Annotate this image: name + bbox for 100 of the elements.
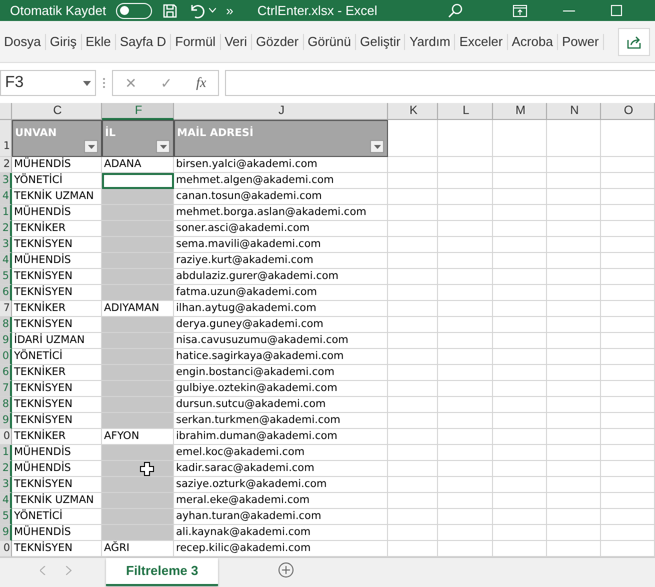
row-number[interactable]: 6 — [0, 285, 12, 301]
empty-cell — [493, 413, 547, 429]
drag-handle-icon[interactable] — [102, 77, 106, 89]
row-number[interactable]: 1 — [0, 445, 12, 461]
row-number[interactable]: 2 — [0, 221, 12, 237]
caret-icon[interactable] — [209, 8, 216, 13]
autosave-toggle[interactable] — [116, 2, 152, 18]
column-header[interactable]: L — [438, 103, 493, 120]
maximize-icon[interactable] — [611, 5, 622, 16]
window-title: CtrlEnter.xlsx - Excel — [257, 2, 378, 20]
empty-cell — [493, 189, 547, 205]
empty-cell — [547, 461, 601, 477]
ribbon-tab[interactable]: Gözder — [252, 34, 304, 50]
empty-cell — [388, 269, 438, 285]
row-number[interactable]: 0 — [0, 541, 12, 557]
row-number[interactable]: 5 — [0, 509, 12, 525]
empty-cell — [547, 205, 601, 221]
row-number[interactable]: 9 — [0, 525, 12, 541]
filter-dropdown[interactable] — [370, 140, 384, 153]
filter-dropdown[interactable] — [156, 140, 170, 153]
row-number[interactable]: 7 — [0, 381, 12, 397]
insert-function-button[interactable]: fx — [196, 72, 206, 94]
row-number[interactable]: 3 — [0, 173, 12, 189]
table-cell: abdulaziz.gurer@akademi.com — [174, 269, 388, 285]
search-icon[interactable] — [447, 2, 464, 18]
ribbon-tab[interactable]: Geliştir — [356, 34, 406, 50]
row-number[interactable]: 8 — [0, 317, 12, 333]
ribbon-tab[interactable]: Formül — [171, 34, 221, 50]
empty-cell — [388, 365, 438, 381]
ribbon-tab[interactable]: Yardım — [405, 34, 456, 50]
row-number[interactable]: 0 — [0, 429, 12, 445]
empty-cell — [388, 317, 438, 333]
row-number[interactable]: 7 — [0, 301, 12, 317]
empty-cell — [601, 237, 655, 253]
empty-cell — [601, 349, 655, 365]
column-header[interactable]: K — [388, 103, 438, 120]
row-number[interactable]: 2 — [0, 157, 12, 173]
ribbon-tab[interactable]: Exceler — [455, 34, 508, 50]
row-number[interactable]: 1 — [0, 120, 12, 157]
empty-cell — [388, 285, 438, 301]
ribbon-tab[interactable]: Sayfa D — [116, 34, 172, 50]
add-sheet-icon[interactable] — [278, 562, 294, 578]
filter-dropdown[interactable] — [84, 140, 98, 153]
empty-cell — [601, 397, 655, 413]
table-cell: birsen.yalci@akademi.com — [174, 157, 388, 173]
row-number[interactable]: 4 — [0, 253, 12, 269]
empty-cell — [493, 221, 547, 237]
empty-cell — [388, 397, 438, 413]
row-number[interactable]: 9 — [0, 333, 12, 349]
overflow-button[interactable]: » — [226, 0, 234, 20]
column-header[interactable]: M — [493, 103, 547, 120]
table-cell: gulbiye.oztekin@akademi.com — [174, 381, 388, 397]
ribbon-tab[interactable]: Veri — [220, 34, 252, 50]
ribbon-tab[interactable]: Görünü — [304, 34, 356, 50]
empty-cell — [601, 221, 655, 237]
row-number[interactable]: 3 — [0, 477, 12, 493]
empty-cell — [493, 509, 547, 525]
share-button[interactable] — [618, 28, 650, 56]
autosave-label: Otomatik Kaydet — [10, 2, 106, 20]
row-number[interactable]: 1 — [0, 205, 12, 221]
row-number[interactable]: 4 — [0, 493, 12, 509]
empty-cell — [388, 333, 438, 349]
sheet-tab[interactable]: Filtreleme 3 — [106, 558, 218, 586]
row-number[interactable]: 8 — [0, 397, 12, 413]
ribbon-tab[interactable]: Ekle — [82, 34, 116, 50]
column-header[interactable]: F — [102, 103, 174, 120]
row-number[interactable]: 4 — [0, 189, 12, 205]
row-number[interactable]: 0 — [0, 349, 12, 365]
empty-cell — [547, 269, 601, 285]
caret-icon[interactable] — [83, 80, 91, 86]
ribbon-tab[interactable]: Power — [558, 34, 604, 50]
empty-cell — [388, 509, 438, 525]
row-number[interactable]: 2 — [0, 461, 12, 477]
column-header[interactable]: J — [174, 103, 388, 120]
column-header[interactable]: C — [12, 103, 102, 120]
formula-input[interactable] — [225, 70, 655, 96]
row-number[interactable]: 9 — [0, 413, 12, 429]
ribbon-tab[interactable]: Giriş — [46, 34, 82, 50]
empty-cell — [493, 237, 547, 253]
empty-cell — [388, 493, 438, 509]
ribbon-tab[interactable]: Acroba — [508, 34, 558, 50]
share-icon — [626, 34, 641, 48]
name-box[interactable]: F3 — [0, 70, 96, 96]
empty-cell — [601, 173, 655, 189]
empty-cell — [547, 285, 601, 301]
row-number[interactable]: 6 — [0, 365, 12, 381]
empty-cell — [601, 285, 655, 301]
row-number[interactable]: 3 — [0, 237, 12, 253]
ribbon-tab[interactable]: Dosya — [0, 34, 46, 50]
empty-cell — [438, 509, 493, 525]
empty-cell — [493, 493, 547, 509]
ribbon-display-icon[interactable] — [513, 4, 528, 16]
table-cell: canan.tosun@akademi.com — [174, 189, 388, 205]
column-header[interactable]: N — [547, 103, 601, 120]
row-number[interactable]: 5 — [0, 269, 12, 285]
empty-cell — [388, 157, 438, 173]
empty-cell — [438, 381, 493, 397]
column-header[interactable]: O — [601, 103, 655, 120]
save-icon[interactable] — [162, 2, 178, 18]
caret-icon — [88, 144, 94, 148]
